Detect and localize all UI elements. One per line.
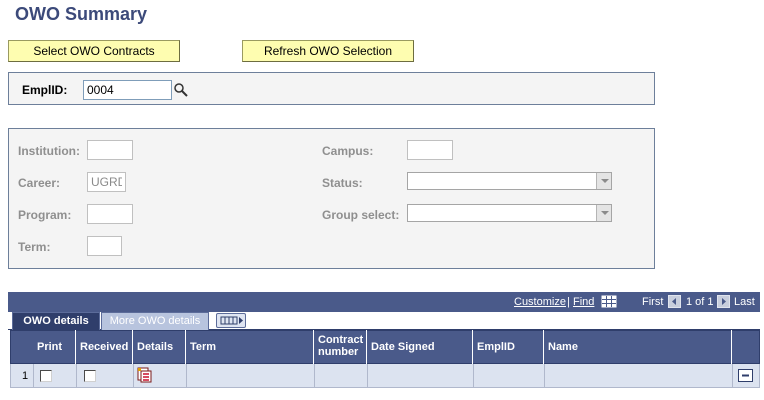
cell-divider xyxy=(76,364,77,388)
col-header-contract-number: Contract number xyxy=(314,330,367,364)
magnifier-icon[interactable] xyxy=(173,82,189,98)
details-document-icon[interactable] xyxy=(137,367,153,383)
emplid-input[interactable] xyxy=(83,80,172,100)
last-label: Last xyxy=(734,296,755,308)
chevron-down-icon xyxy=(596,173,611,189)
delete-row-icon[interactable] xyxy=(738,369,753,382)
status-select xyxy=(407,172,612,190)
row-range: 1 of 1 xyxy=(686,296,714,308)
previous-arrow-icon[interactable] xyxy=(668,295,681,308)
customize-link[interactable]: Customize xyxy=(514,296,566,308)
group-select-label: Group select: xyxy=(322,208,400,222)
chevron-down-icon xyxy=(596,205,611,221)
cell-divider xyxy=(314,364,315,388)
career-input xyxy=(87,172,126,192)
find-link[interactable]: Find xyxy=(573,296,594,308)
first-label: First xyxy=(642,296,664,308)
print-checkbox[interactable] xyxy=(40,370,52,382)
cell-divider xyxy=(186,364,187,388)
institution-label: Institution: xyxy=(18,144,80,158)
program-input xyxy=(87,204,133,224)
received-checkbox[interactable] xyxy=(84,370,96,382)
career-label: Career: xyxy=(18,176,61,190)
group-select xyxy=(407,204,612,222)
col-header-received: Received xyxy=(76,330,133,364)
cell-divider xyxy=(133,364,134,388)
row-number: 1 xyxy=(22,370,29,382)
cell-divider xyxy=(732,364,733,388)
emplid-label: EmplID: xyxy=(22,83,68,97)
col-header-emplid: EmplID xyxy=(473,330,544,364)
cell-divider xyxy=(473,364,474,388)
col-header-date-signed: Date Signed xyxy=(367,330,473,364)
refresh-owo-selection-button[interactable]: Refresh OWO Selection xyxy=(242,40,414,62)
show-all-columns-icon[interactable] xyxy=(216,313,246,328)
campus-label: Campus: xyxy=(322,144,374,158)
tab-more-owo-details[interactable]: More OWO details xyxy=(101,312,209,330)
cell-divider xyxy=(544,364,545,388)
cell-divider xyxy=(33,364,34,388)
page-title: OWO Summary xyxy=(15,4,148,24)
institution-input xyxy=(87,140,133,160)
tab-owo-details[interactable]: OWO details xyxy=(12,312,100,330)
download-grid-icon[interactable] xyxy=(601,295,617,308)
status-label: Status: xyxy=(322,176,363,190)
col-header-details: Details xyxy=(133,330,186,364)
table-row xyxy=(10,364,760,388)
term-label: Term: xyxy=(18,240,51,254)
next-arrow-icon[interactable] xyxy=(717,295,730,308)
col-header-term: Term xyxy=(186,330,314,364)
select-owo-contracts-button[interactable]: Select OWO Contracts xyxy=(8,40,180,62)
col-header-print: Print xyxy=(33,330,76,364)
col-header-name: Name xyxy=(544,330,732,364)
program-label: Program: xyxy=(18,208,72,222)
cell-divider xyxy=(367,364,368,388)
nav-separator: | xyxy=(567,296,570,308)
term-input xyxy=(87,236,122,256)
campus-input xyxy=(407,140,453,160)
